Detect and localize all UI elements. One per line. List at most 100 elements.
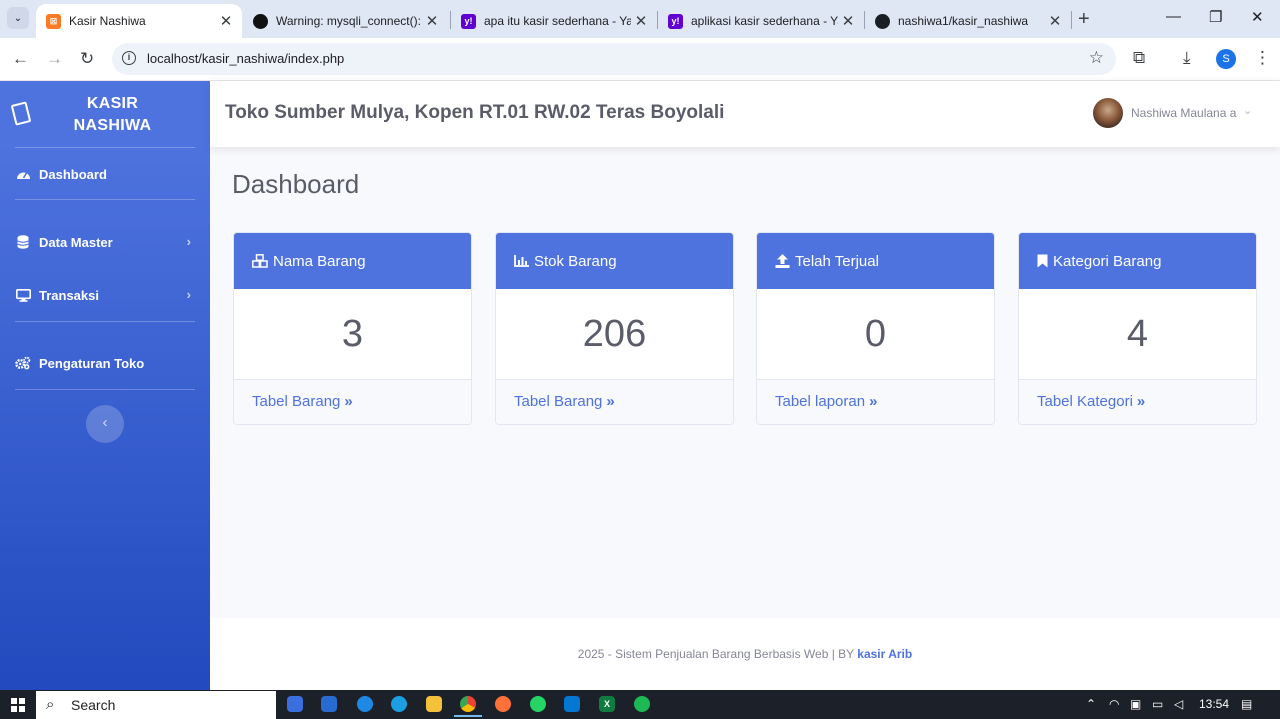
brand-name: KASIR NASHIWA bbox=[60, 93, 165, 137]
browser-tab-github[interactable]: nashiwa1/kasir_nashiwa ✕ bbox=[865, 4, 1071, 38]
restore-button[interactable]: ❐ bbox=[1209, 8, 1222, 26]
card-link-label[interactable]: Tabel laporan bbox=[775, 393, 865, 410]
tab-title: nashiwa1/kasir_nashiwa bbox=[898, 14, 1029, 28]
downloads-icon[interactable]: ⤓ bbox=[1183, 48, 1191, 68]
card-value: 4 bbox=[1126, 313, 1149, 355]
new-tab-button[interactable]: + bbox=[1078, 8, 1090, 31]
sidebar-brand[interactable]: KASIR NASHIWA bbox=[0, 81, 210, 147]
spotify-icon[interactable] bbox=[634, 696, 650, 712]
database-icon bbox=[15, 235, 31, 249]
user-name[interactable]: Nashiwa Maulana a bbox=[1131, 106, 1236, 120]
xampp-icon: ⊠ bbox=[46, 13, 61, 29]
page-title: Dashboard bbox=[232, 169, 360, 199]
site-info-icon[interactable]: i bbox=[122, 51, 136, 65]
volume-icon[interactable]: ◁ bbox=[1174, 697, 1183, 711]
card-footer-link[interactable]: Tabel Kategori» bbox=[1019, 379, 1256, 424]
sidebar-item-transaksi[interactable]: Transaksi › bbox=[15, 283, 195, 307]
footer-text: 2025 - Sistem Penjualan Barang Berbasis … bbox=[577, 647, 858, 661]
footer: 2025 - Sistem Penjualan Barang Berbasis … bbox=[210, 618, 1280, 690]
battery-icon[interactable]: ▭ bbox=[1152, 697, 1163, 711]
close-tab-icon[interactable]: ✕ bbox=[1045, 12, 1065, 30]
card-footer-link[interactable]: Tabel laporan» bbox=[757, 379, 994, 424]
browser-tab-warning[interactable]: Warning: mysqli_connect(): ( ✕ bbox=[243, 4, 448, 38]
back-button[interactable]: ← bbox=[12, 49, 29, 69]
sidebar-divider bbox=[15, 321, 195, 322]
card-footer-link[interactable]: Tabel Barang» bbox=[234, 379, 471, 424]
excel-icon[interactable]: X bbox=[599, 696, 615, 712]
double-chevron-right-icon: » bbox=[869, 393, 878, 410]
whatsapp-icon[interactable] bbox=[530, 696, 546, 712]
notification-icon[interactable]: ▤ bbox=[1241, 697, 1252, 711]
chart-bar-icon bbox=[514, 255, 529, 267]
profile-avatar[interactable]: S bbox=[1216, 49, 1236, 69]
card-header: Kategori Barang bbox=[1019, 233, 1256, 289]
card-value: 3 bbox=[341, 313, 364, 355]
sidebar-item-dashboard[interactable]: Dashboard bbox=[15, 162, 195, 186]
vscode-icon[interactable] bbox=[564, 696, 580, 712]
close-window-button[interactable]: ✕ bbox=[1251, 8, 1264, 26]
file-explorer-icon[interactable] bbox=[426, 696, 442, 712]
card-link-label[interactable]: Tabel Barang bbox=[514, 393, 602, 410]
sidebar-toggle-button[interactable]: ‹ bbox=[86, 405, 124, 443]
sidebar-item-label: Transaksi bbox=[39, 287, 99, 303]
tab-separator bbox=[1071, 11, 1072, 29]
copilot-icon[interactable] bbox=[287, 696, 303, 712]
edge-icon[interactable] bbox=[391, 696, 407, 712]
forward-button[interactable]: → bbox=[46, 49, 63, 69]
chrome-icon[interactable] bbox=[454, 696, 482, 717]
browser-tab-yahoo-1[interactable]: y! apa itu kasir sederhana - Yah ✕ bbox=[451, 4, 657, 38]
browser-tab-kasir[interactable]: ⊠ Kasir Nashiwa ✕ bbox=[36, 4, 242, 38]
photos-icon[interactable] bbox=[321, 696, 337, 712]
chevron-down-icon[interactable]: ⌄ bbox=[1243, 104, 1252, 117]
display-icon[interactable]: ▣ bbox=[1130, 697, 1141, 711]
double-chevron-right-icon: » bbox=[1136, 393, 1146, 410]
store-name: Toko Sumber Mulya, Kopen RT.01 RW.02 Ter… bbox=[225, 102, 725, 123]
bookmark-star-icon[interactable]: ☆ bbox=[1089, 48, 1104, 68]
topbar: Toko Sumber Mulya, Kopen RT.01 RW.02 Ter… bbox=[210, 81, 1280, 147]
minimize-button[interactable]: — bbox=[1166, 8, 1181, 25]
card-link-label[interactable]: Tabel Barang bbox=[252, 393, 340, 410]
taskbar-search-box[interactable]: ⌕ Search bbox=[36, 691, 276, 719]
double-chevron-right-icon: » bbox=[344, 393, 353, 410]
clock[interactable]: 13:54 bbox=[1199, 697, 1229, 711]
extensions-icon[interactable]: ⧉ bbox=[1133, 48, 1145, 68]
user-avatar[interactable] bbox=[1093, 98, 1123, 128]
sidebar-item-data-master[interactable]: Data Master › bbox=[15, 230, 195, 254]
tray-chevron-up-icon[interactable]: ⌃ bbox=[1086, 697, 1096, 711]
sidebar-divider bbox=[15, 199, 195, 200]
sidebar-item-label: Dashboard bbox=[39, 166, 107, 182]
sidebar-item-pengaturan-toko[interactable]: Pengaturan Toko bbox=[15, 351, 195, 375]
tab-search-dropdown[interactable]: ⌄ bbox=[7, 7, 29, 29]
browser-tab-bar: ⌄ ⊠ Kasir Nashiwa ✕ Warning: mysqli_conn… bbox=[0, 0, 1280, 38]
close-tab-icon[interactable]: ✕ bbox=[631, 12, 651, 30]
tab-title: aplikasi kasir sederhana - Yah bbox=[691, 14, 838, 28]
search-icon: ⌕ bbox=[46, 696, 55, 713]
firefox-icon[interactable] bbox=[495, 696, 511, 712]
close-tab-icon[interactable]: ✕ bbox=[422, 12, 442, 30]
edge-alt-icon[interactable] bbox=[357, 696, 373, 712]
card-header: Telah Terjual bbox=[757, 233, 994, 289]
reload-button[interactable]: ↻ bbox=[80, 49, 94, 69]
tab-title: Warning: mysqli_connect(): ( bbox=[276, 14, 422, 28]
windows-start-icon[interactable] bbox=[11, 698, 25, 712]
sidebar: KASIR NASHIWA Dashboard Data Master › Tr… bbox=[0, 81, 210, 690]
stat-card-nama-barang: Nama Barang 3 Tabel Barang» bbox=[233, 232, 472, 425]
card-header: Nama Barang bbox=[234, 233, 471, 289]
double-chevron-right-icon: » bbox=[606, 393, 615, 410]
wifi-icon[interactable]: ◠ bbox=[1109, 697, 1119, 711]
close-tab-icon[interactable]: ✕ bbox=[838, 12, 858, 30]
url-text[interactable]: localhost/kasir_nashiwa/index.php bbox=[147, 51, 344, 66]
card-title: Kategori Barang bbox=[1053, 252, 1162, 270]
brand-line-1: KASIR bbox=[86, 95, 139, 112]
close-tab-icon[interactable]: ✕ bbox=[216, 12, 236, 30]
card-footer-link[interactable]: Tabel Barang» bbox=[496, 379, 733, 424]
tab-title: Kasir Nashiwa bbox=[69, 14, 146, 28]
browser-tab-yahoo-2[interactable]: y! aplikasi kasir sederhana - Yah ✕ bbox=[658, 4, 864, 38]
card-link-label[interactable]: Tabel Kategori bbox=[1037, 393, 1133, 410]
menu-kebab-icon[interactable]: ⋮ bbox=[1254, 48, 1271, 68]
stat-card-stok-barang: Stok Barang 206 Tabel Barang» bbox=[495, 232, 734, 425]
address-bar[interactable]: i localhost/kasir_nashiwa/index.php ☆ bbox=[112, 43, 1116, 75]
brand-logo-icon bbox=[10, 101, 32, 126]
footer-author-link[interactable]: kasir Arib bbox=[857, 647, 912, 661]
cubes-icon bbox=[252, 254, 268, 268]
